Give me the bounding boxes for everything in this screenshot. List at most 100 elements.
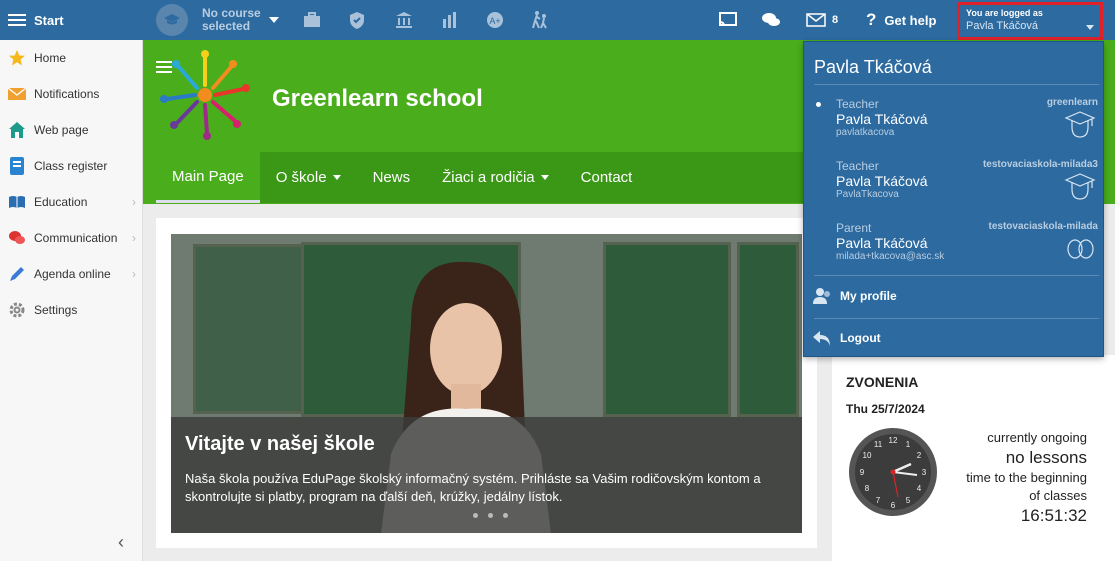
course-selector[interactable]: No course selected — [156, 4, 279, 36]
account-school: testovaciaskola-milada — [988, 221, 1099, 232]
bells-title: ZVONENIA — [846, 374, 919, 390]
messages-button[interactable]: 8 — [806, 0, 838, 40]
sidebar-item-education[interactable]: Education › — [0, 184, 142, 220]
cast-screen-icon[interactable] — [718, 10, 738, 30]
sidebar-item-communication[interactable]: Communication › — [0, 220, 142, 256]
logout-link[interactable]: Logout — [812, 329, 881, 347]
collapse-sidebar-icon[interactable]: ‹ — [118, 532, 124, 553]
bells-widget: ZVONENIA Thu 25/7/2024 12 1 2 3 4567 8 9 10 11… — [832, 355, 1115, 561]
account-name: Pavla Tkáčová — [836, 111, 928, 127]
account-role: Teacher — [836, 97, 879, 111]
course-line-2: selected — [202, 19, 251, 33]
svg-text:3: 3 — [922, 468, 927, 477]
active-account-indicator — [816, 102, 821, 107]
parent-icon — [1067, 239, 1094, 259]
sidebar-item-label: Settings — [34, 303, 78, 317]
my-profile-link[interactable]: My profile — [812, 287, 897, 305]
nav-label: Žiaci a rodičia — [442, 169, 535, 186]
nav-label: News — [372, 169, 411, 186]
sidebar-item-agenda-online[interactable]: Agenda online › — [0, 256, 142, 292]
account-school: greenlearn — [1046, 97, 1098, 108]
sidebar-item-notifications[interactable]: Notifications — [0, 76, 142, 112]
slide-dot[interactable] — [503, 513, 508, 518]
graduation-cap-icon — [156, 4, 188, 36]
logged-user-name: Pavla Tkáčová — [966, 20, 1038, 32]
slide-dot[interactable] — [473, 513, 478, 518]
main-content: Vitajte v našej škole Naša škola používa… — [156, 218, 817, 548]
top-bar: Start No course selected A+ 8 ? Get help… — [0, 0, 1115, 40]
account-dropdown: Pavla Tkáčová Teacher greenlearn Pavla T… — [803, 41, 1104, 357]
bells-status-1: currently ongoing — [987, 430, 1087, 445]
nav-label: Main Page — [172, 167, 244, 185]
my-profile-label: My profile — [840, 289, 897, 303]
account-username: PavlaTkacova — [836, 189, 899, 200]
sidebar-item-class-register[interactable]: Class register — [0, 148, 142, 184]
register-icon — [8, 157, 26, 175]
bells-time: 16:51:32 — [1020, 506, 1087, 525]
chevron-right-icon: › — [132, 267, 136, 281]
chat-icon — [8, 229, 26, 247]
hero-title: Vitajte v našej škole — [185, 433, 375, 455]
shield-icon[interactable] — [347, 10, 367, 30]
logout-label: Logout — [840, 331, 881, 345]
bar-chart-icon[interactable] — [440, 10, 460, 30]
chevron-down-icon — [540, 175, 549, 180]
main-nav: Main Page O škole News Žiaci a rodičia C… — [156, 152, 833, 203]
nav-contact[interactable]: Contact — [565, 152, 649, 203]
account-item[interactable]: Teacher testovaciaskola-milada3 Pavla Tk… — [836, 159, 1098, 215]
svg-text:5: 5 — [906, 496, 911, 505]
account-name: Pavla Tkáčová — [836, 235, 928, 251]
walking-people-icon[interactable] — [530, 10, 550, 30]
svg-text:4: 4 — [917, 484, 922, 493]
pen-icon — [8, 265, 26, 283]
bells-status-2: no lessons — [1005, 448, 1087, 467]
envelope-icon — [806, 13, 826, 27]
sidebar-item-web-page[interactable]: Web page — [0, 112, 142, 148]
svg-text:6: 6 — [891, 501, 896, 510]
user-account-button[interactable]: You are logged as Pavla Tkáčová — [957, 2, 1103, 40]
nav-o-skole[interactable]: O škole — [260, 152, 357, 203]
nav-label: Contact — [580, 169, 633, 186]
start-button[interactable]: Start — [0, 0, 143, 40]
sidebar-item-label: Web page — [34, 123, 89, 137]
gear-icon — [8, 301, 26, 319]
nav-news[interactable]: News — [357, 152, 427, 203]
grade-icon[interactable]: A+ — [485, 10, 505, 30]
svg-text:9: 9 — [860, 468, 865, 477]
house-icon — [8, 121, 26, 139]
chevron-down-icon — [1086, 25, 1094, 30]
briefcase-icon[interactable] — [302, 10, 322, 30]
account-school: testovaciaskola-milada3 — [982, 159, 1098, 170]
slide-indicators[interactable] — [468, 513, 513, 518]
question-icon: ? — [866, 10, 877, 29]
sidebar-item-label: Communication — [34, 231, 118, 245]
slide-dot[interactable] — [488, 513, 493, 518]
svg-text:A+: A+ — [489, 16, 500, 26]
hero-slideshow[interactable]: Vitajte v našej škole Naša škola používa… — [171, 234, 802, 533]
hero-text: Naša škola používa EduPage školský infor… — [185, 471, 761, 504]
book-icon — [8, 193, 26, 211]
get-help-button[interactable]: ? Get help — [866, 0, 936, 40]
nav-ziaci-a-rodicia[interactable]: Žiaci a rodičia — [426, 152, 565, 203]
divider — [814, 275, 1099, 276]
bells-status-3: time to the beginning of classes — [966, 470, 1087, 503]
divider — [814, 318, 1099, 319]
sidebar-item-settings[interactable]: Settings — [0, 292, 142, 328]
account-item[interactable]: Parent testovaciaskola-milada Pavla Tkáč… — [836, 221, 1098, 277]
bank-icon[interactable] — [394, 10, 414, 30]
account-role: Parent — [836, 221, 872, 235]
analog-clock: 12 123 4567 891011 — [849, 428, 937, 516]
sidebar-item-home[interactable]: Home — [0, 40, 142, 76]
svg-text:8: 8 — [865, 484, 870, 493]
svg-text:7: 7 — [876, 496, 881, 505]
nav-main-page[interactable]: Main Page — [156, 152, 260, 203]
menu-icon[interactable] — [156, 58, 172, 76]
bells-date: Thu 25/7/2024 — [846, 402, 925, 416]
menu-icon — [8, 11, 26, 29]
chat-bubbles-icon[interactable] — [761, 10, 781, 30]
chevron-down-icon — [268, 17, 279, 23]
account-username: pavlatkacova — [836, 127, 895, 138]
svg-text:12: 12 — [889, 436, 898, 445]
account-item[interactable]: Teacher greenlearn Pavla Tkáčová pavlatk… — [816, 97, 1098, 153]
envelope-icon — [8, 85, 26, 103]
